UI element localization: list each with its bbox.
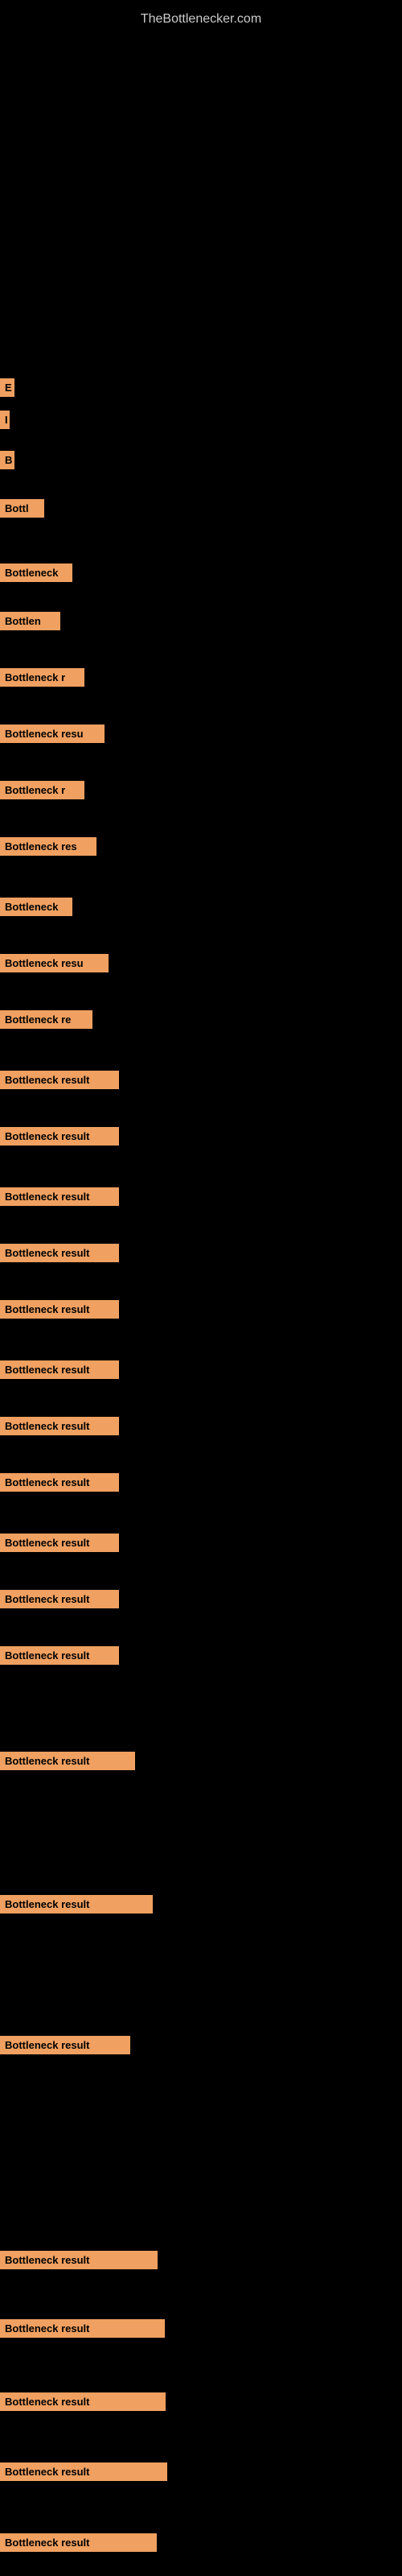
bottleneck-bar-22: Bottleneck result (0, 1752, 135, 1770)
bottleneck-bar-3: Bottlen (0, 612, 60, 630)
small-label-a: E (0, 378, 14, 397)
bottleneck-bar-14: Bottleneck result (0, 1244, 119, 1262)
bottleneck-bar-8: Bottleneck (0, 898, 72, 916)
bottleneck-bar-10: Bottleneck re (0, 1010, 92, 1029)
bottleneck-bar-23: Bottleneck result (0, 1895, 153, 1913)
bottleneck-bar-5: Bottleneck resu (0, 724, 105, 743)
bottleneck-bar-25: Bottleneck result (0, 2251, 158, 2269)
bottleneck-bar-26: Bottleneck result (0, 2319, 165, 2338)
small-label-c: B (0, 451, 14, 469)
bottleneck-bar-28: Bottleneck result (0, 2462, 167, 2481)
bottleneck-bar-6: Bottleneck r (0, 781, 84, 799)
bottleneck-bar-9: Bottleneck resu (0, 954, 109, 972)
bottleneck-bar-29: Bottleneck result (0, 2533, 157, 2552)
bottleneck-bar-18: Bottleneck result (0, 1473, 119, 1492)
bottleneck-bar-19: Bottleneck result (0, 1534, 119, 1552)
bottleneck-bar-16: Bottleneck result (0, 1360, 119, 1379)
bottleneck-bar-17: Bottleneck result (0, 1417, 119, 1435)
bottleneck-bar-7: Bottleneck res (0, 837, 96, 856)
bottleneck-bar-24: Bottleneck result (0, 2036, 130, 2054)
bottleneck-bar-1: Bottl (0, 499, 44, 518)
bottleneck-bar-12: Bottleneck result (0, 1127, 119, 1146)
bottleneck-bar-2: Bottleneck (0, 564, 72, 582)
bottleneck-bar-27: Bottleneck result (0, 2392, 166, 2411)
bottleneck-bar-15: Bottleneck result (0, 1300, 119, 1319)
bottleneck-bar-13: Bottleneck result (0, 1187, 119, 1206)
site-title: TheBottlenecker.com (0, 4, 402, 35)
small-label-b: I (0, 411, 10, 429)
bottleneck-bar-21: Bottleneck result (0, 1646, 119, 1665)
bottleneck-bar-11: Bottleneck result (0, 1071, 119, 1089)
bottleneck-bar-20: Bottleneck result (0, 1590, 119, 1608)
bottleneck-bar-4: Bottleneck r (0, 668, 84, 687)
